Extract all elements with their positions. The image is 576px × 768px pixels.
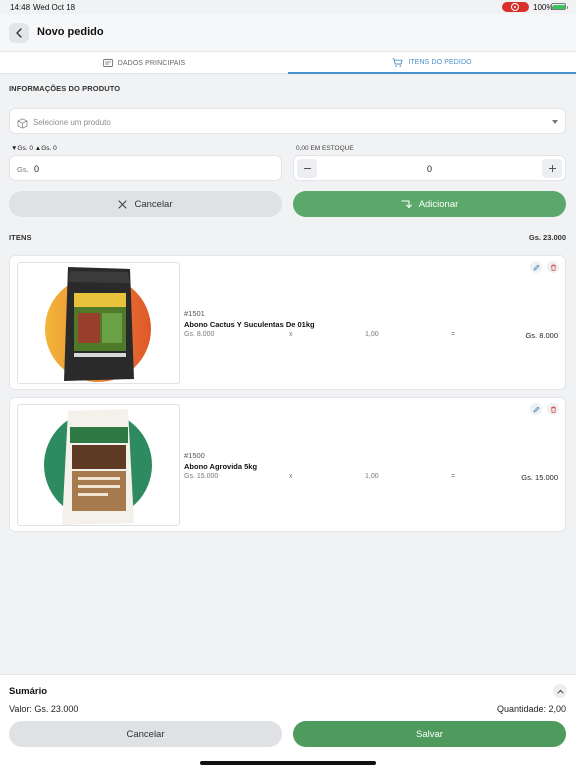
tab-label: ITENS DO PEDIDO [408, 58, 472, 66]
cancel-product-button[interactable]: Cancelar [9, 191, 282, 217]
delete-item-button[interactable] [547, 261, 559, 273]
delete-item-button[interactable] [547, 403, 559, 415]
item-unit-price: Gs. 15.000 [184, 473, 219, 480]
tab-bar: DADOS PRINCIPAIS ITENS DO PEDIDO [0, 51, 576, 74]
edit-item-button[interactable] [530, 403, 542, 415]
order-summary: Sumário Valor: Gs. 23.000 Quantidade: 2,… [0, 674, 576, 768]
plus-icon [548, 165, 556, 172]
equals-sign: = [451, 331, 456, 338]
summary-quantity: Quantidade: 2,00 [496, 704, 566, 714]
cancel-order-label: Cancelar [126, 728, 165, 740]
price-range-hint: ▼Gs. 0 ▲Gs. 0 [11, 145, 57, 152]
chevron-up-icon [557, 689, 563, 693]
save-order-label: Salvar [416, 728, 443, 740]
save-order-button[interactable]: Salvar [293, 721, 566, 747]
equals-sign: = [451, 473, 456, 480]
cart-icon [392, 57, 403, 67]
chevron-left-icon [16, 28, 22, 38]
battery-icon [551, 3, 568, 10]
item-subtotal: Gs. 15.000 [521, 473, 558, 482]
cancel-order-button[interactable]: Cancelar [9, 721, 282, 747]
pencil-icon [533, 264, 539, 270]
stock-label: 0,00 EM ESTOQUE [296, 145, 354, 152]
id-card-icon [102, 59, 113, 67]
price-value: 0 [34, 164, 40, 174]
increment-button[interactable] [542, 159, 562, 178]
tab-dados-principais[interactable]: DADOS PRINCIPAIS [0, 52, 288, 74]
price-input[interactable]: Gs. 0 [9, 155, 282, 181]
product-image [17, 262, 180, 384]
collapse-summary-button[interactable] [553, 684, 567, 698]
item-subtotal: Gs. 8.000 [525, 331, 558, 340]
tab-label: DADOS PRINCIPAIS [117, 59, 186, 67]
page-title: Novo pedido [37, 26, 104, 38]
items-total: Gs. 23.000 [528, 233, 566, 242]
quantity-stepper[interactable]: 0 [293, 155, 566, 181]
summary-title: Sumário [9, 686, 48, 697]
back-button[interactable] [9, 23, 29, 43]
item-name: Abono Agrovida 5kg [184, 462, 258, 471]
status-date: Wed Oct 18 [33, 3, 76, 12]
chevron-down-icon [552, 120, 558, 124]
status-time: 14:48 [10, 3, 31, 12]
product-info-heading: INFORMAÇÕES DO PRODUTO [9, 84, 121, 93]
trash-icon [550, 264, 556, 271]
edit-item-button[interactable] [530, 261, 542, 273]
product-image [17, 404, 180, 526]
trash-icon [550, 406, 556, 413]
box-icon [17, 116, 28, 134]
item-code: #1501 [184, 309, 205, 318]
multiply-sign: x [289, 331, 293, 338]
home-indicator[interactable] [200, 761, 376, 765]
currency-prefix: Gs. [17, 165, 29, 174]
item-name: Abono Cactus Y Suculentas De 01kg [184, 320, 315, 329]
multiply-sign: x [289, 473, 293, 480]
item-card: #1500 Abono Agrovida 5kg Gs. 15.000 x 1,… [9, 397, 566, 532]
product-select-placeholder: Selecione um produto [33, 118, 111, 127]
item-code: #1500 [184, 451, 205, 460]
item-unit-price: Gs. 8.000 [184, 331, 215, 338]
close-icon [118, 199, 128, 209]
status-bar: 14:48 Wed Oct 18 100% [0, 0, 576, 14]
cancel-product-label: Cancelar [134, 198, 173, 210]
add-item-button[interactable]: Adicionar [293, 191, 566, 217]
item-card: #1501 Abono Cactus Y Suculentas De 01kg … [9, 255, 566, 390]
item-quantity: 1,00 [365, 473, 379, 480]
tab-itens-do-pedido[interactable]: ITENS DO PEDIDO [288, 52, 576, 74]
product-select[interactable]: Selecione um produto [9, 108, 566, 134]
quantity-value[interactable]: 0 [294, 164, 565, 174]
app-header: Novo pedido [0, 14, 576, 51]
items-heading: ITENS [9, 233, 32, 242]
arrow-turn-down-icon [401, 199, 412, 209]
item-quantity: 1,00 [365, 331, 379, 338]
screen-recording-indicator[interactable] [502, 2, 529, 12]
pencil-icon [533, 406, 539, 412]
add-item-label: Adicionar [418, 198, 459, 210]
summary-total-value: Valor: Gs. 23.000 [9, 704, 79, 714]
